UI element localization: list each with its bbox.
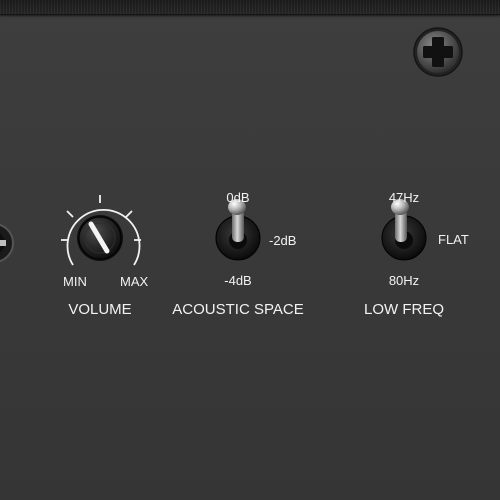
volume-label: VOLUME (68, 301, 132, 318)
low-freq-label: LOW FREQ (363, 301, 445, 318)
volume-min-label: MIN (63, 274, 87, 289)
volume-knob[interactable] (77, 215, 123, 261)
low-freq-position-bottom: 80Hz (388, 273, 420, 288)
mounting-screw-icon (413, 27, 463, 77)
panel-graphics (0, 27, 463, 266)
acoustic-space-position-top: 0dB (226, 190, 250, 205)
low-freq-position-top: 47Hz (388, 190, 420, 205)
acoustic-space-position-bottom: -4dB (224, 273, 252, 288)
acoustic-space-label: ACOUSTIC SPACE (172, 301, 304, 318)
volume-max-label: MAX (120, 274, 149, 289)
low-freq-position-right: FLAT (438, 232, 469, 247)
rear-panel: MIN MAX VOLUME 0dB -2dB -4dB ACOUSTIC SP… (0, 0, 500, 500)
acoustic-space-position-right: -2dB (269, 233, 297, 248)
input-connector-icon (0, 223, 14, 263)
low-freq-toggle[interactable] (381, 199, 427, 261)
acoustic-space-toggle[interactable] (215, 199, 261, 261)
